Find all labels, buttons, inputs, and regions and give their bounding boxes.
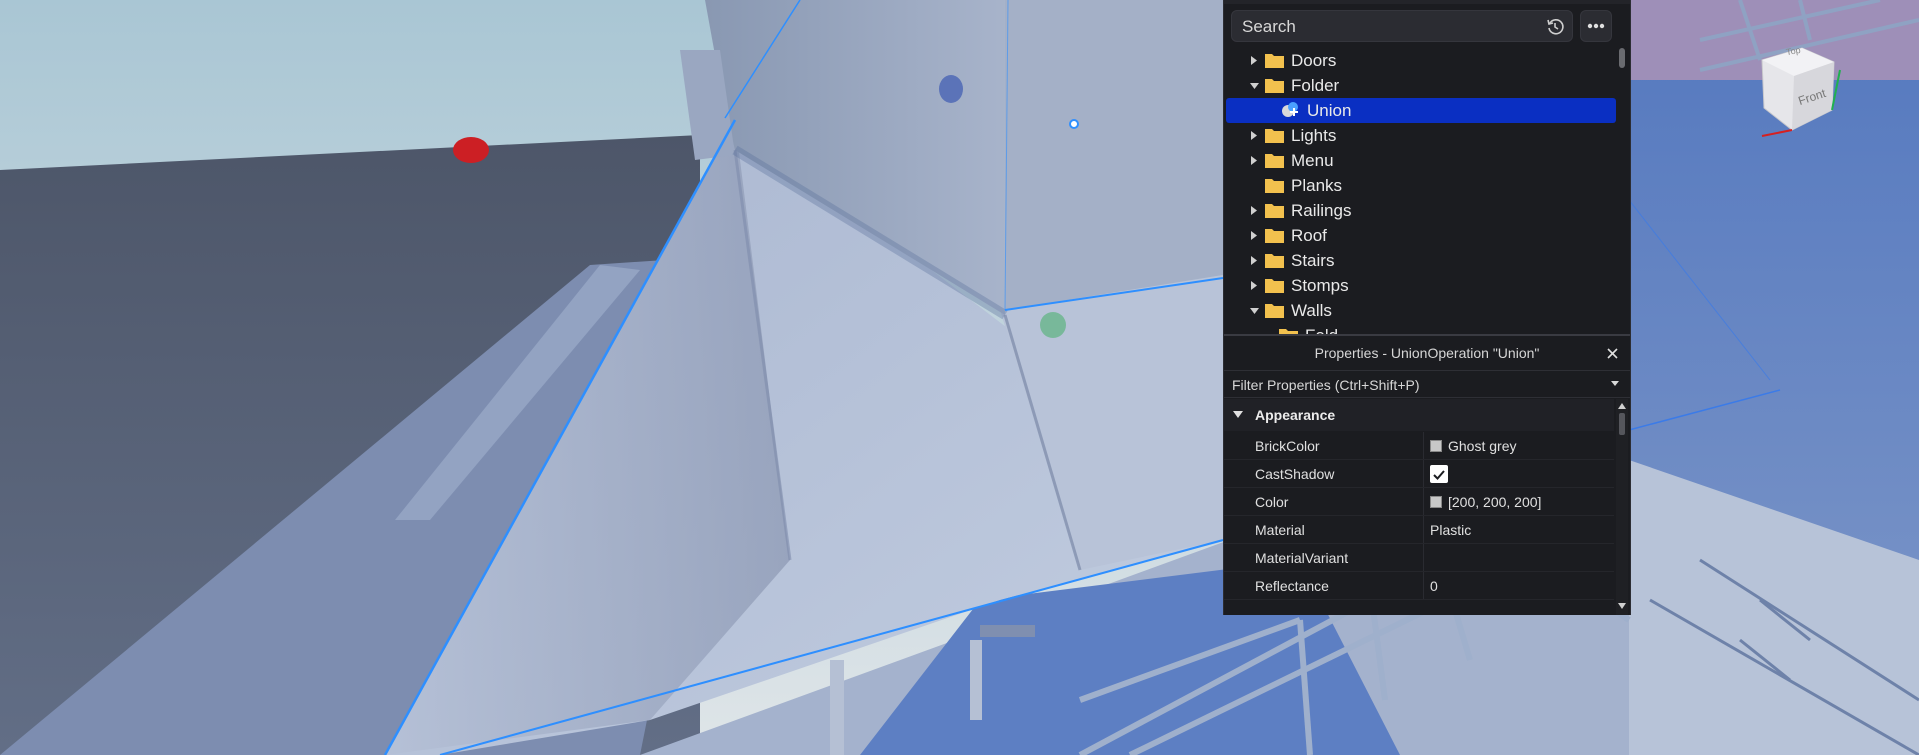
- property-value[interactable]: [1423, 544, 1613, 571]
- property-value[interactable]: Plastic: [1423, 516, 1613, 543]
- color-swatch[interactable]: [1430, 440, 1442, 452]
- tree-item-folder[interactable]: Folder: [1224, 73, 1616, 98]
- tree-item-stairs[interactable]: Stairs: [1224, 248, 1616, 273]
- expand-arrow-icon[interactable]: [1248, 248, 1260, 273]
- property-row-castshadow[interactable]: CastShadow: [1224, 460, 1614, 488]
- tree-item-label: Folder: [1291, 76, 1340, 95]
- tree-item-lights[interactable]: Lights: [1224, 123, 1616, 148]
- property-value-text: 0: [1430, 578, 1438, 594]
- folder-icon: [1265, 154, 1284, 168]
- property-name: Material: [1255, 522, 1305, 538]
- property-value-text: Ghost grey: [1448, 438, 1517, 454]
- explorer-tree: Doors Folder Union Lights Menu Planks Ra…: [1224, 48, 1616, 336]
- folder-icon: [1265, 204, 1284, 218]
- tree-item-label: Walls: [1291, 301, 1332, 320]
- expand-arrow-icon[interactable]: [1248, 198, 1260, 223]
- property-value-text: Plastic: [1430, 522, 1472, 538]
- tree-item-union[interactable]: Union: [1226, 98, 1616, 123]
- explorer-panel: Doors Folder Union Lights: [1223, 0, 1631, 336]
- viewport-3d[interactable]: [0, 0, 1919, 755]
- section-title: Appearance: [1255, 407, 1336, 423]
- tree-item-walls[interactable]: Walls: [1224, 298, 1616, 323]
- color-swatch[interactable]: [1430, 496, 1442, 508]
- folder-icon: [1265, 129, 1284, 143]
- tree-item-doors[interactable]: Doors: [1224, 48, 1616, 73]
- tree-item-label: Union: [1307, 101, 1352, 120]
- property-value[interactable]: 0: [1423, 572, 1613, 599]
- explorer-scrollbar[interactable]: [1619, 48, 1625, 68]
- scroll-up-icon[interactable]: [1617, 401, 1627, 411]
- folder-icon: [1265, 179, 1284, 193]
- folder-icon: [1265, 304, 1284, 318]
- property-row-brickcolor[interactable]: BrickColor Ghost grey: [1224, 432, 1614, 460]
- view-cube[interactable]: Top Front: [1752, 40, 1842, 140]
- folder-icon: [1265, 54, 1284, 68]
- expand-arrow-icon[interactable]: [1248, 273, 1260, 298]
- folder-icon: [1265, 79, 1284, 93]
- property-name: Reflectance: [1255, 578, 1329, 594]
- folder-icon: [1265, 254, 1284, 268]
- search-input[interactable]: [1240, 11, 1544, 43]
- red-handle-dot: [453, 137, 489, 163]
- chevron-down-icon[interactable]: [1610, 380, 1620, 388]
- explorer-top-bar: [1224, 0, 1630, 4]
- property-value[interactable]: [200, 200, 200]: [1423, 488, 1613, 515]
- section-header-appearance[interactable]: Appearance: [1224, 399, 1614, 431]
- filter-properties-input[interactable]: [1230, 371, 1594, 399]
- property-name: MaterialVariant: [1255, 550, 1349, 566]
- collapse-arrow-icon[interactable]: [1248, 298, 1260, 323]
- property-name: Color: [1255, 494, 1289, 510]
- tree-item-menu[interactable]: Menu: [1224, 148, 1616, 173]
- property-value[interactable]: Ghost grey: [1423, 432, 1613, 459]
- property-name: CastShadow: [1255, 466, 1335, 482]
- property-row-material[interactable]: Material Plastic: [1224, 516, 1614, 544]
- properties-title: Properties - UnionOperation "Union": [1314, 345, 1540, 361]
- folder-icon: [1265, 229, 1284, 243]
- tree-item-label: Menu: [1291, 151, 1334, 170]
- tree-item-stomps[interactable]: Stomps: [1224, 273, 1616, 298]
- more-options-button[interactable]: [1580, 10, 1612, 42]
- history-icon: [1547, 19, 1564, 35]
- scroll-down-icon[interactable]: [1617, 601, 1627, 611]
- filter-properties-box[interactable]: [1224, 370, 1630, 399]
- castshadow-checkbox[interactable]: [1430, 465, 1448, 483]
- history-button[interactable]: [1544, 16, 1566, 38]
- tree-item-label: Doors: [1291, 51, 1337, 70]
- properties-scrollbar[interactable]: [1616, 399, 1628, 615]
- tree-item-label: Roof: [1291, 226, 1327, 245]
- tree-item-label: Stairs: [1291, 251, 1335, 270]
- folder-icon: [1265, 279, 1284, 293]
- explorer-search-box[interactable]: [1231, 10, 1573, 43]
- property-value[interactable]: [1423, 460, 1613, 487]
- property-value-text: [200, 200, 200]: [1448, 494, 1542, 510]
- close-button[interactable]: [1604, 344, 1620, 362]
- tree-item-railings[interactable]: Railings: [1224, 198, 1616, 223]
- green-handle-dot: [1040, 312, 1066, 338]
- property-row-materialvariant[interactable]: MaterialVariant: [1224, 544, 1614, 572]
- property-name: BrickColor: [1255, 438, 1320, 454]
- properties-panel: Properties - UnionOperation "Union" Appe…: [1223, 336, 1631, 615]
- expand-arrow-icon[interactable]: [1248, 148, 1260, 173]
- close-icon: [1606, 347, 1618, 359]
- blue-handle-dot: [939, 75, 963, 103]
- collapse-arrow-icon[interactable]: [1233, 411, 1243, 419]
- property-row-color[interactable]: Color [200, 200, 200]: [1224, 488, 1614, 516]
- collapse-arrow-icon[interactable]: [1248, 73, 1260, 98]
- expand-arrow-icon[interactable]: [1248, 48, 1260, 73]
- tree-item-roof[interactable]: Roof: [1224, 223, 1616, 248]
- property-row-reflectance[interactable]: Reflectance 0: [1224, 572, 1614, 600]
- expand-arrow-icon[interactable]: [1248, 223, 1260, 248]
- tree-item-label: Stomps: [1291, 276, 1349, 295]
- expand-arrow-icon[interactable]: [1248, 123, 1260, 148]
- tree-item-label: Railings: [1291, 201, 1352, 220]
- union-icon: [1282, 102, 1298, 117]
- tree-item-label: Lights: [1291, 126, 1337, 145]
- tree-item-label: Planks: [1291, 176, 1343, 195]
- scrollbar-thumb[interactable]: [1619, 413, 1625, 435]
- tree-item-planks[interactable]: Planks: [1224, 173, 1616, 198]
- more-icon: [1587, 23, 1605, 29]
- pivot-dot: [1069, 119, 1079, 129]
- checkmark-icon: [1433, 470, 1445, 480]
